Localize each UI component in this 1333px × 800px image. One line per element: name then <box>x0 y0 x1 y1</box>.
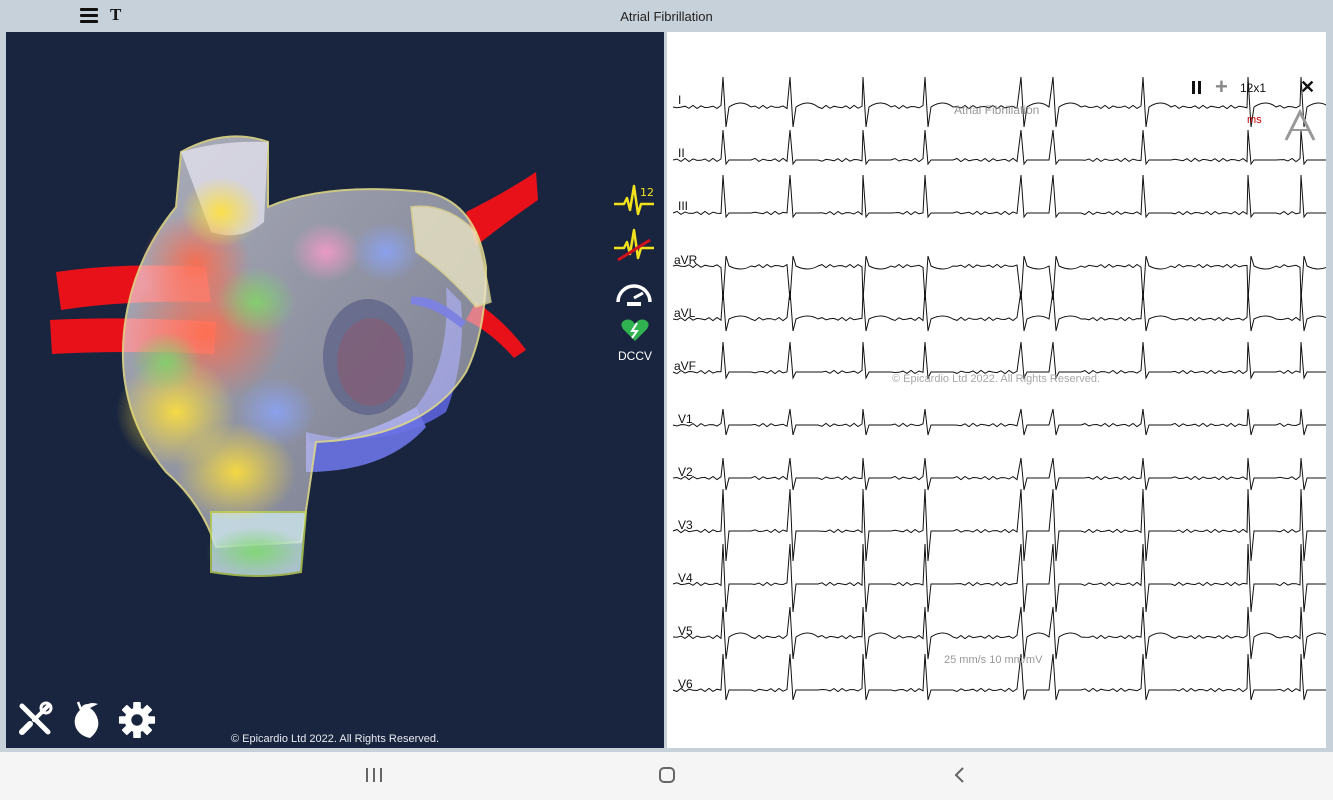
ecg-trace-aVL <box>672 290 1326 332</box>
ecg-trace-V4 <box>672 543 1326 613</box>
lead-label: V1 <box>678 412 693 426</box>
ecg-disabled-icon[interactable] <box>612 226 656 266</box>
heart-copyright: © Epicardio Ltd 2022. All Rights Reserve… <box>230 733 440 745</box>
dccv-button[interactable]: DCCV <box>612 318 658 363</box>
lead-label: aVL <box>674 306 696 320</box>
lead-label: I <box>678 93 682 107</box>
recent-apps-icon[interactable] <box>359 764 389 786</box>
plus-icon[interactable]: + <box>1215 76 1228 98</box>
ecg-trace-II <box>672 129 1326 166</box>
ecg-panel[interactable]: I II III aVR aVL aVF V1 V2 V3 V4 V5 V6 A… <box>667 32 1326 748</box>
ecg-traces <box>672 76 1326 701</box>
ecg-trace-I <box>672 76 1326 128</box>
lead-label: aVR <box>674 253 698 267</box>
speedometer-icon[interactable] <box>612 272 656 312</box>
layout-toggle-button[interactable]: 12x1 <box>1240 81 1266 95</box>
ecg-trace-V2 <box>672 457 1326 491</box>
lead-label: III <box>678 199 689 213</box>
lead-label: V6 <box>678 677 693 691</box>
ecg-trace-aVR <box>672 255 1326 301</box>
caliper-icon[interactable] <box>1282 108 1318 142</box>
ecg-trace-III <box>672 174 1326 219</box>
ecg-trace-V5 <box>672 606 1326 660</box>
home-icon[interactable] <box>652 764 682 786</box>
back-icon[interactable] <box>945 764 975 786</box>
ecg-copyright: © Epicardio Ltd 2022. All Rights Reserve… <box>892 373 1101 385</box>
dccv-label: DCCV <box>617 349 652 363</box>
title-bar: T Atrial Fibrillation <box>0 0 1333 32</box>
app-title: Atrial Fibrillation <box>620 9 713 24</box>
heart-3d-model[interactable] <box>6 32 664 748</box>
heart-3d-viewport[interactable]: 12 DCCV © Epicardio Ltd 2022. All Rights… <box>6 32 664 748</box>
svg-text:12: 12 <box>640 186 654 199</box>
lead-label: aVF <box>674 359 697 373</box>
lead-label: II <box>678 146 685 160</box>
side-toolbar: 12 DCCV <box>612 180 658 363</box>
lead-label: V5 <box>678 624 693 638</box>
lead-label: V3 <box>678 518 693 532</box>
heart-shock-icon <box>621 319 649 341</box>
close-icon[interactable]: ✕ <box>1300 77 1315 98</box>
ms-label: ms <box>1247 114 1262 126</box>
ecg-rhythm-label: Atrial Fibrillation <box>954 103 1040 117</box>
ecg-calibration: 25 mm/s 10 mm/mV <box>944 654 1043 666</box>
ecg-trace-V3 <box>672 488 1326 562</box>
ecg-12-lead-icon[interactable]: 12 <box>612 180 656 220</box>
lead-label: V4 <box>678 571 693 585</box>
ecg-trace-V1 <box>672 408 1326 436</box>
system-nav-bar <box>0 752 1333 800</box>
pause-icon[interactable] <box>1192 81 1202 94</box>
lead-label: V2 <box>678 465 693 479</box>
